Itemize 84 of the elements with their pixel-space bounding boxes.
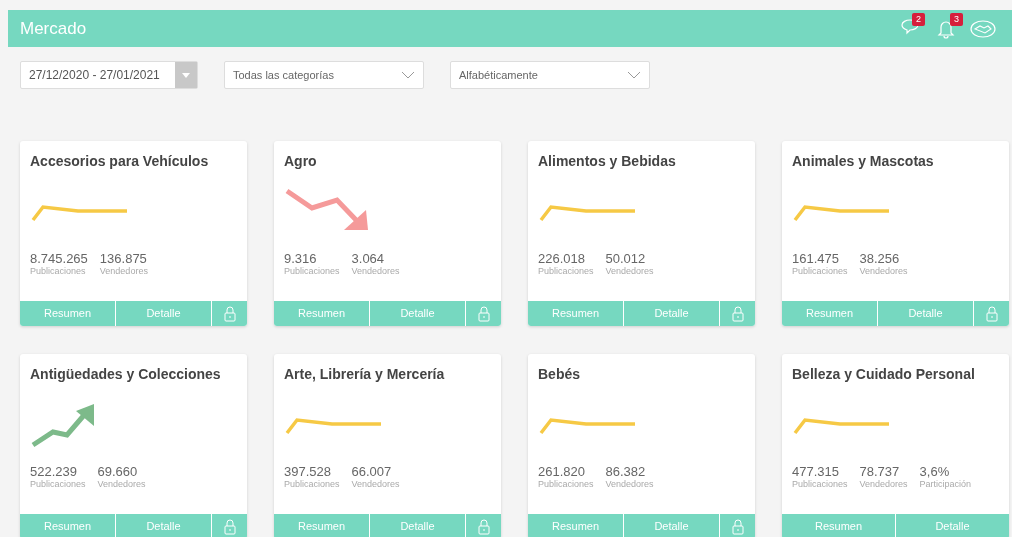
stat-value: 8.745.265 xyxy=(30,252,88,266)
dropdown-button[interactable] xyxy=(175,62,197,88)
bell-icon[interactable] xyxy=(936,18,956,39)
lock-button[interactable] xyxy=(974,301,1009,326)
card-title: Belleza y Cuidado Personal xyxy=(792,365,975,384)
lock-button[interactable] xyxy=(212,301,247,326)
lock-icon xyxy=(477,518,490,535)
order-dropdown[interactable]: Alfabéticamente xyxy=(450,61,650,89)
stat-label: Vendedores xyxy=(859,479,908,490)
lock-icon xyxy=(731,305,744,322)
handshake-icon[interactable] xyxy=(970,19,996,38)
summary-button[interactable]: Resumen xyxy=(782,514,895,537)
stat-label: Publicaciones xyxy=(284,479,340,490)
stat-label: Vendedores xyxy=(351,479,400,490)
stat-value: 397.528 xyxy=(284,465,331,479)
stat-value: 136.875 xyxy=(99,252,147,266)
chevron-icon xyxy=(627,71,641,79)
stat-label: Publicaciones xyxy=(538,479,594,490)
summary-button[interactable]: Resumen xyxy=(782,301,877,326)
stat-label: Publicaciones xyxy=(792,479,848,490)
card-title: Animales y Mascotas xyxy=(792,152,934,171)
detail-button[interactable]: Detalle xyxy=(624,514,719,537)
category-dropdown[interactable]: Todas las categorías xyxy=(224,61,424,89)
stat-label: Vendedores xyxy=(605,266,654,277)
lock-icon xyxy=(223,518,236,535)
stat-label: Vendedores xyxy=(859,266,908,277)
stat-label: Vendedores xyxy=(97,479,146,490)
detail-button[interactable]: Detalle xyxy=(370,514,465,537)
lock-icon xyxy=(223,305,236,322)
stat-value: 50.012 xyxy=(605,252,646,266)
lock-button[interactable] xyxy=(720,301,755,326)
summary-button[interactable]: Resumen xyxy=(274,301,369,326)
detail-button[interactable]: Detalle xyxy=(878,301,973,326)
stat-label: Publicaciones xyxy=(538,266,594,277)
stat-value: 9.316 xyxy=(284,252,317,266)
summary-button[interactable]: Resumen xyxy=(528,514,623,537)
summary-button[interactable]: Resumen xyxy=(528,301,623,326)
detail-button[interactable]: Detalle xyxy=(370,301,465,326)
lock-button[interactable] xyxy=(212,514,247,537)
card-title: Agro xyxy=(284,152,317,171)
card-title: Antigüedades y Colecciones xyxy=(30,365,221,384)
stat-value: 477.315 xyxy=(792,465,839,479)
stat-label: Publicaciones xyxy=(30,479,86,490)
stat-label: Vendedores xyxy=(351,266,400,277)
lock-button[interactable] xyxy=(466,301,501,326)
caret-icon xyxy=(182,72,190,78)
lock-icon xyxy=(985,305,998,322)
stat-label: Participación xyxy=(919,479,972,490)
stat-value: 226.018 xyxy=(538,252,585,266)
card-title: Accesorios para Vehículos xyxy=(30,152,209,171)
lock-icon xyxy=(477,305,490,322)
stat-label: Publicaciones xyxy=(30,266,86,277)
stat-value: 522.239 xyxy=(30,465,77,479)
notification-badge: 2 xyxy=(912,12,925,26)
detail-button[interactable]: Detalle xyxy=(116,301,211,326)
lock-button[interactable] xyxy=(720,514,755,537)
stat-value: 261.820 xyxy=(538,465,585,479)
stat-value: 86.382 xyxy=(605,465,646,479)
summary-button[interactable]: Resumen xyxy=(20,301,115,326)
card-title: Bebés xyxy=(538,365,581,384)
summary-button[interactable]: Resumen xyxy=(274,514,369,537)
summary-button[interactable]: Resumen xyxy=(20,514,115,537)
stat-value: 38.256 xyxy=(859,252,900,266)
page-title: Mercado xyxy=(20,17,87,40)
stat-value: 3,6% xyxy=(919,465,950,479)
stat-value: 78.737 xyxy=(859,465,900,479)
lock-button[interactable] xyxy=(466,514,501,537)
detail-button[interactable]: Detalle xyxy=(116,514,211,537)
detail-button[interactable]: Detalle xyxy=(624,301,719,326)
stat-label: Vendedores xyxy=(99,266,148,277)
chevron-icon xyxy=(401,71,415,79)
stat-value: 66.007 xyxy=(351,465,392,479)
stat-value: 3.064 xyxy=(351,252,385,266)
lock-icon xyxy=(731,518,744,535)
stat-label: Publicaciones xyxy=(284,266,340,277)
card-title: Alimentos y Bebidas xyxy=(538,152,676,171)
notification-badge: 3 xyxy=(950,12,963,26)
stat-value: 161.475 xyxy=(792,252,839,266)
stat-value: 69.660 xyxy=(97,465,138,479)
date-range-field[interactable]: 27/12/2020 - 27/01/2021 xyxy=(20,61,198,89)
stat-label: Vendedores xyxy=(605,479,654,490)
detail-button[interactable]: Detalle xyxy=(896,514,1009,537)
card-title: Arte, Librería y Mercería xyxy=(284,365,445,384)
stat-label: Publicaciones xyxy=(792,266,848,277)
